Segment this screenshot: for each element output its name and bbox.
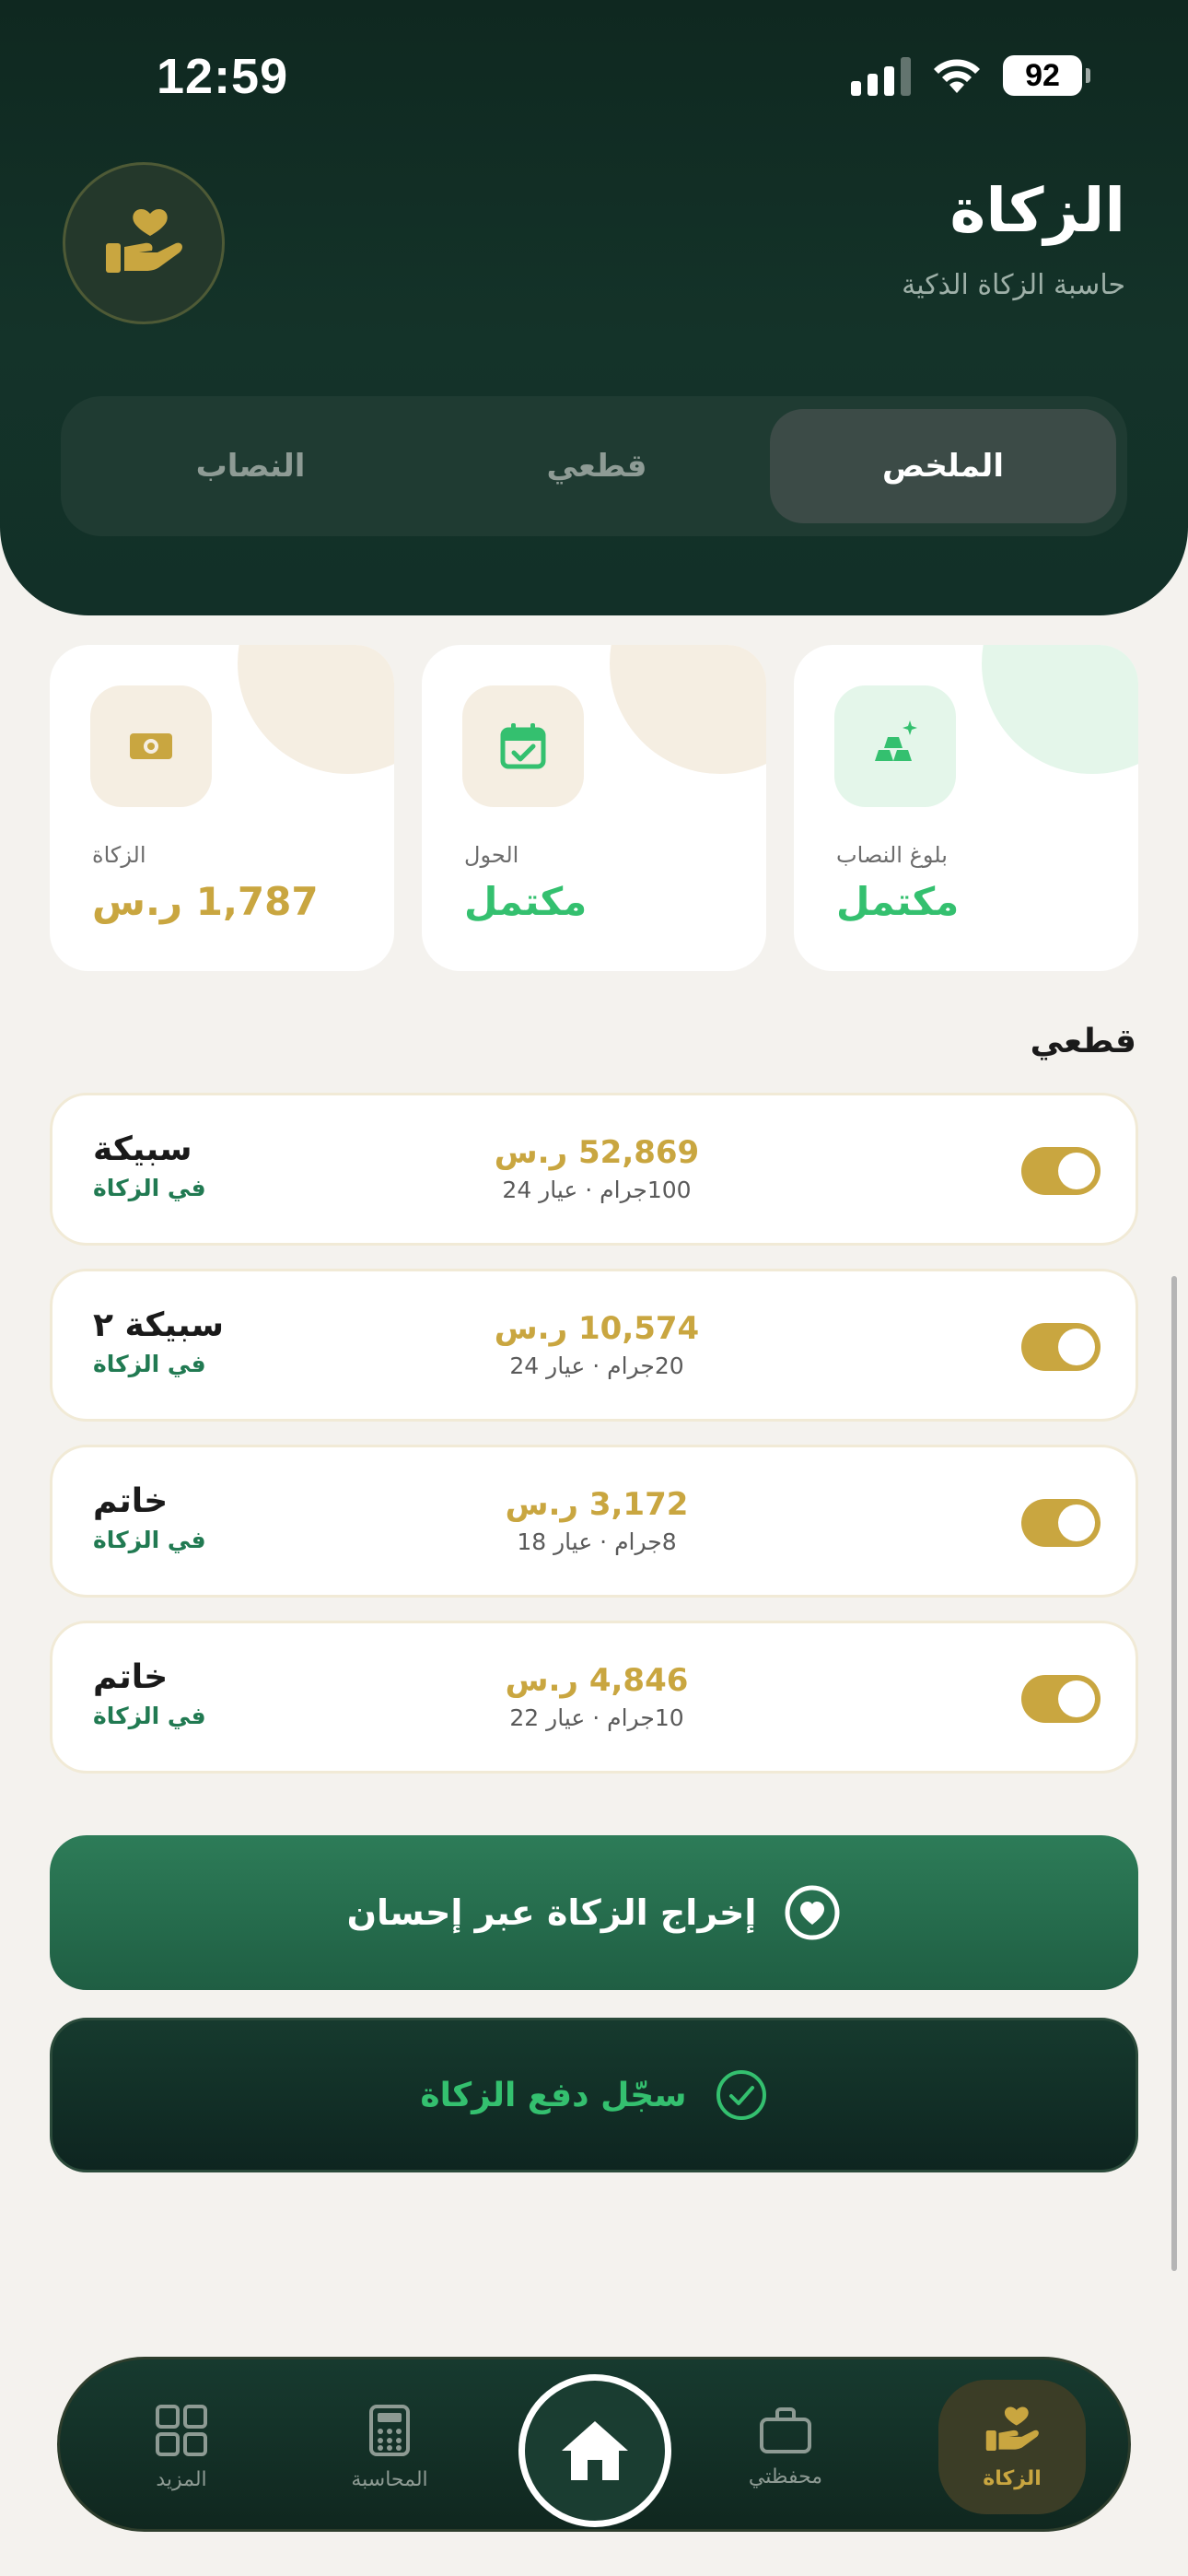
signal-icon: [851, 55, 911, 96]
scrollbar[interactable]: [1171, 1276, 1177, 2271]
list-item[interactable]: 52,869 ر.س 100جرام · عيار 24 سبيكة في ال…: [50, 1093, 1138, 1246]
briefcase-icon: [760, 2406, 811, 2453]
zakat-logo-button[interactable]: [63, 162, 225, 324]
item-name: خاتم: [93, 1658, 169, 1696]
status-time: 12:59: [157, 49, 289, 104]
item-name: سبيكة: [93, 1130, 192, 1168]
item-status: في الزكاة: [93, 1527, 206, 1553]
grid-icon: [156, 2404, 207, 2456]
card-hawl: الحول مكتمل: [422, 645, 766, 971]
nav-accounting[interactable]: المحاسبة: [316, 2359, 463, 2535]
page-title: الزكاة: [949, 175, 1125, 246]
nav-label: محفظتي: [748, 2465, 823, 2488]
gold-bars-icon: [834, 685, 956, 807]
item-name: خاتم: [93, 1482, 169, 1520]
segmented-tabs: الملخص قطعي النصاب: [61, 396, 1127, 536]
nav-label: الزكاة: [983, 2466, 1042, 2490]
section-title: قطعي: [1030, 1023, 1136, 1060]
pay-via-ehsan-button[interactable]: إخراج الزكاة عبر إحسان: [50, 1835, 1138, 1990]
card-label: بلوغ النصاب: [836, 842, 948, 868]
tab-nisab[interactable]: النصاب: [77, 409, 424, 523]
header: 12:59 92 الزكاة حاسبة الزكاة الذكية المل…: [0, 0, 1188, 615]
banknote-icon: [90, 685, 212, 807]
status-icons: 92: [851, 55, 1090, 96]
list-item[interactable]: 10,574 ر.س 20جرام · عيار 24 سبيكة ٢ في ا…: [50, 1269, 1138, 1422]
zakat-hand-heart-icon: [985, 2406, 1039, 2451]
record-payment-button[interactable]: سجّل دفع الزكاة: [50, 2018, 1138, 2172]
nav-zakat[interactable]: الزكاة: [938, 2380, 1086, 2514]
home-icon: [562, 2421, 628, 2480]
item-status: في الزكاة: [93, 1703, 206, 1729]
item-status: في الزكاة: [93, 1351, 206, 1377]
tab-definite[interactable]: قطعي: [424, 409, 770, 523]
nav-more[interactable]: المزيد: [108, 2359, 255, 2535]
wifi-icon: [934, 59, 980, 93]
bottom-tab-bar: المزيد المحاسبة محفظتي الزكاة: [57, 2357, 1131, 2532]
nav-label: المحاسبة: [351, 2467, 428, 2491]
card-label: الحول: [464, 842, 519, 868]
pay-button-label: إخراج الزكاة عبر إحسان: [346, 1892, 757, 1933]
card-zakat-amount: الزكاة 1,787 ر.س: [50, 645, 394, 971]
card-nisab-reached: بلوغ النصاب مكتمل: [794, 645, 1138, 971]
item-name: سبيكة ٢: [93, 1306, 225, 1344]
record-button-label: سجّل دفع الزكاة: [420, 2076, 687, 2114]
calculator-icon: [369, 2404, 410, 2456]
nav-home-button[interactable]: [518, 2374, 671, 2527]
card-value: مكتمل: [464, 879, 588, 924]
battery-icon: 92: [1003, 55, 1090, 96]
nav-wallet[interactable]: محفظتي: [712, 2359, 859, 2535]
card-value: 1,787 ر.س: [92, 879, 319, 924]
nav-label: المزيد: [156, 2467, 207, 2491]
list-item[interactable]: 4,846 ر.س 10جرام · عيار 22 خاتم في الزكا…: [50, 1621, 1138, 1774]
zakat-hand-heart-icon: [106, 208, 182, 273]
check-circle-icon: [716, 2070, 766, 2120]
tab-summary[interactable]: الملخص: [770, 409, 1116, 523]
heart-circle-icon: [785, 1885, 840, 1940]
list-item[interactable]: 3,172 ر.س 8جرام · عيار 18 خاتم في الزكاة: [50, 1445, 1138, 1598]
card-value: مكتمل: [836, 879, 960, 924]
item-status: في الزكاة: [93, 1175, 206, 1201]
page-subtitle: حاسبة الزكاة الذكية: [902, 269, 1125, 301]
calendar-check-icon: [462, 685, 584, 807]
card-label: الزكاة: [92, 842, 146, 868]
